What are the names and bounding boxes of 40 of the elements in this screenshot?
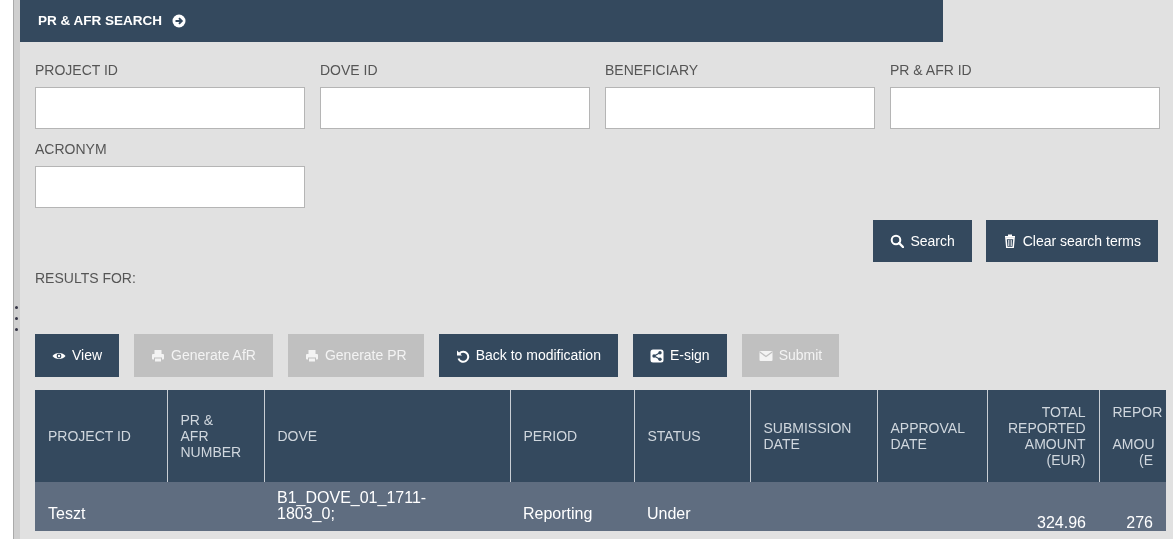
table-cell: Reporting bbox=[510, 482, 634, 531]
table-cell: 324.96 bbox=[987, 482, 1099, 531]
clear-button[interactable]: Clear search terms bbox=[985, 220, 1158, 262]
action-button[interactable]: Back to modification bbox=[438, 334, 618, 377]
search-icon bbox=[890, 234, 905, 248]
input-field[interactable] bbox=[35, 87, 305, 129]
printer-icon bbox=[151, 348, 166, 363]
field-label: ACRONYM bbox=[35, 140, 108, 159]
column-header[interactable]: DOVE bbox=[264, 390, 510, 482]
action-button[interactable]: View bbox=[35, 334, 120, 377]
column-header[interactable]: PR & AFR NUMBER bbox=[167, 390, 264, 482]
field-label: DOVE ID bbox=[320, 61, 379, 80]
undo-icon bbox=[455, 348, 470, 363]
column-header[interactable]: REPOR AMOU (E bbox=[1099, 390, 1166, 482]
input-field[interactable] bbox=[320, 87, 590, 129]
table-cell: 276 bbox=[1099, 482, 1166, 531]
field-label: PROJECT ID bbox=[35, 61, 119, 80]
column-header[interactable]: SUBMISSION DATE bbox=[750, 390, 877, 482]
table-cell: B1_DOVE_01_1711- 1803_0; bbox=[264, 482, 510, 531]
field-label: PR & AFR ID bbox=[890, 61, 973, 80]
table-cell: Under bbox=[634, 482, 750, 531]
input-field[interactable] bbox=[890, 87, 1160, 129]
arrow-right-icon[interactable] bbox=[172, 14, 186, 28]
header-title: PR & AFR SEARCH bbox=[38, 11, 162, 30]
envelope-icon bbox=[758, 348, 773, 363]
column-header[interactable]: APPROVAL DATE bbox=[877, 390, 987, 482]
column-header[interactable]: STATUS bbox=[634, 390, 750, 482]
input-field[interactable] bbox=[605, 87, 875, 129]
trash-icon bbox=[1002, 234, 1017, 248]
field-label: BENEFICIARY bbox=[605, 61, 700, 80]
results-label: RESULTS FOR: bbox=[34, 269, 137, 288]
share-icon bbox=[649, 348, 664, 363]
column-header[interactable]: PERIOD bbox=[510, 390, 634, 482]
column-header[interactable]: PROJECT ID bbox=[35, 390, 167, 482]
search-button[interactable]: Search bbox=[873, 220, 972, 262]
table-cell: Teszt bbox=[35, 482, 167, 531]
column-header[interactable]: TOTAL REPORTED AMOUNT (EUR) bbox=[987, 390, 1099, 482]
input-field[interactable] bbox=[35, 166, 305, 208]
action-button[interactable]: E-sign bbox=[632, 334, 727, 377]
printer-icon bbox=[304, 348, 319, 363]
